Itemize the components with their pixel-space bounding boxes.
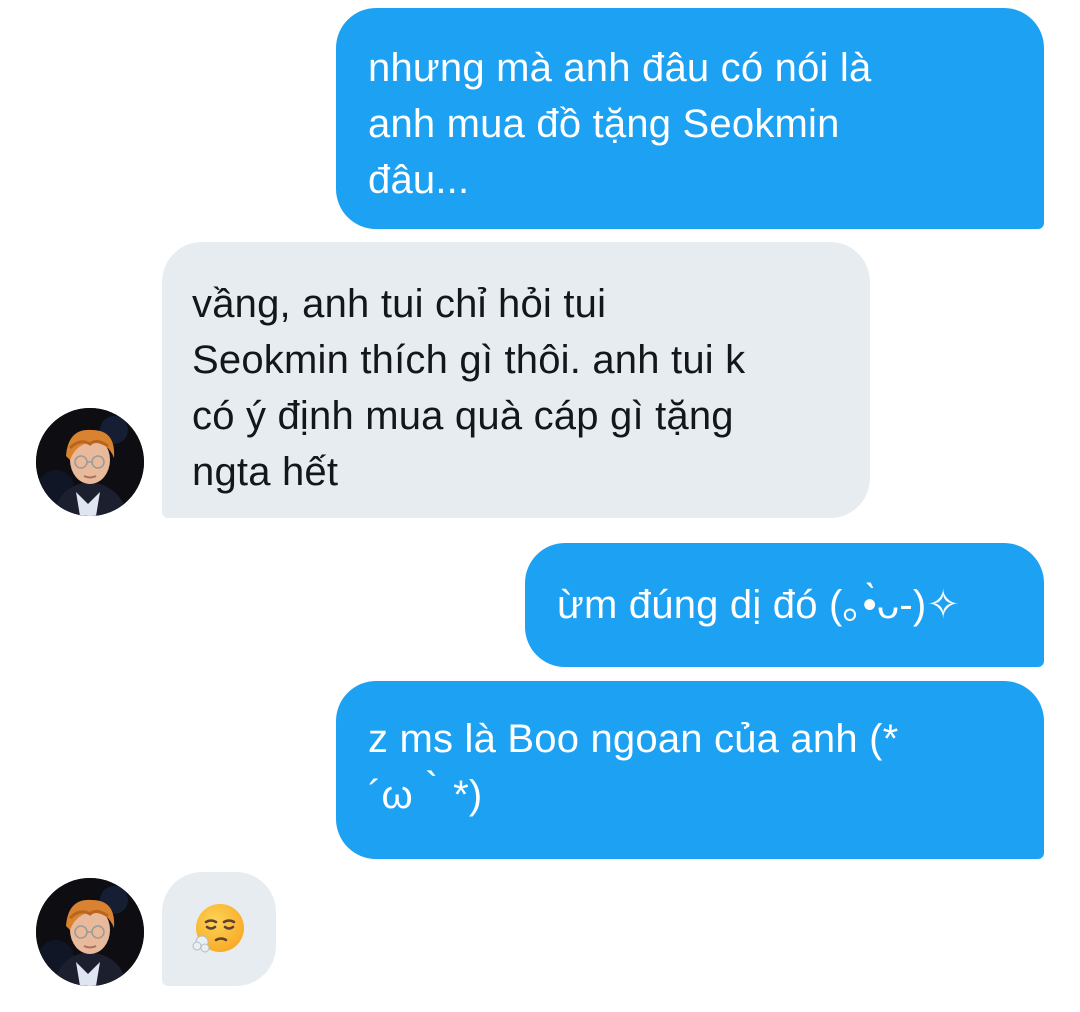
message-bubble-received[interactable] (162, 872, 276, 986)
message-bubble-sent[interactable]: ừm đúng dị đó (｡•̀ᴗ-)✧ (525, 543, 1044, 667)
message-text: ừm đúng dị đó (｡•̀ᴗ-)✧ (557, 583, 961, 627)
message-text: vầng, anh tui chỉ hỏi tui Seokmin thích … (192, 282, 746, 494)
message-text: nhưng mà anh đâu có nói là anh mua đồ tặ… (368, 46, 872, 202)
message-text: z ms là Boo ngoan của anh (* ´ω｀*) (368, 717, 899, 817)
avatar-photo-icon (36, 408, 144, 516)
message-bubble-received[interactable]: vầng, anh tui chỉ hỏi tui Seokmin thích … (162, 242, 870, 518)
message-bubble-sent[interactable]: z ms là Boo ngoan của anh (* ´ω｀*) (336, 681, 1044, 859)
message-bubble-sent[interactable]: nhưng mà anh đâu có nói là anh mua đồ tặ… (336, 8, 1044, 229)
avatar[interactable] (36, 408, 144, 516)
avatar-photo-icon (36, 878, 144, 986)
face-exhaling-emoji-icon (192, 904, 244, 953)
avatar[interactable] (36, 878, 144, 986)
